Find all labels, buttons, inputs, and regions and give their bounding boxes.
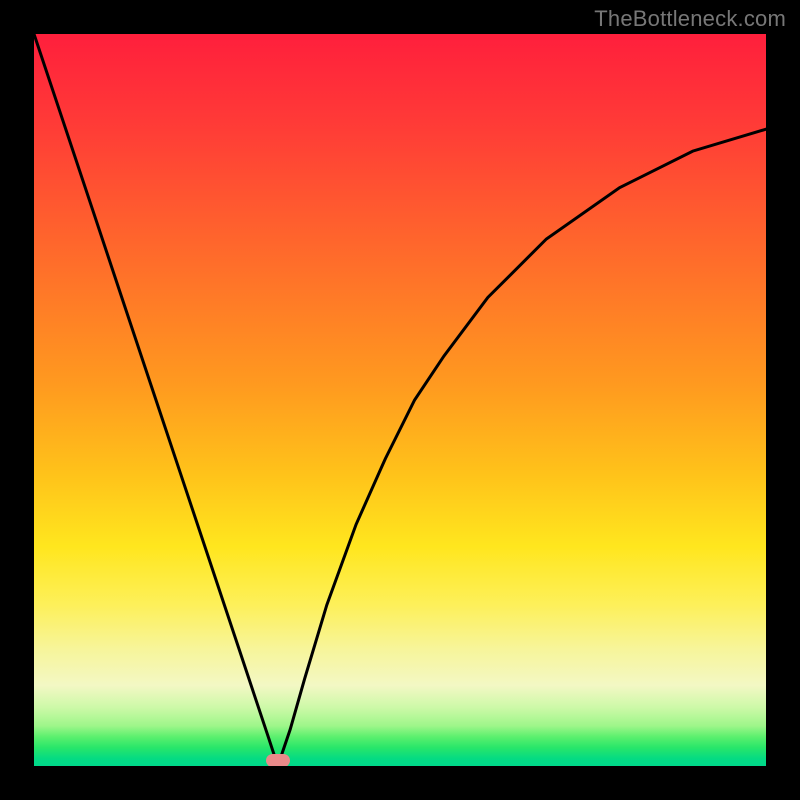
chart-plot-area xyxy=(34,34,766,766)
chart-frame: TheBottleneck.com xyxy=(0,0,800,800)
optimal-point-marker xyxy=(266,754,290,766)
watermark-text: TheBottleneck.com xyxy=(594,6,786,32)
curve-path xyxy=(34,34,766,766)
bottleneck-curve xyxy=(34,34,766,766)
